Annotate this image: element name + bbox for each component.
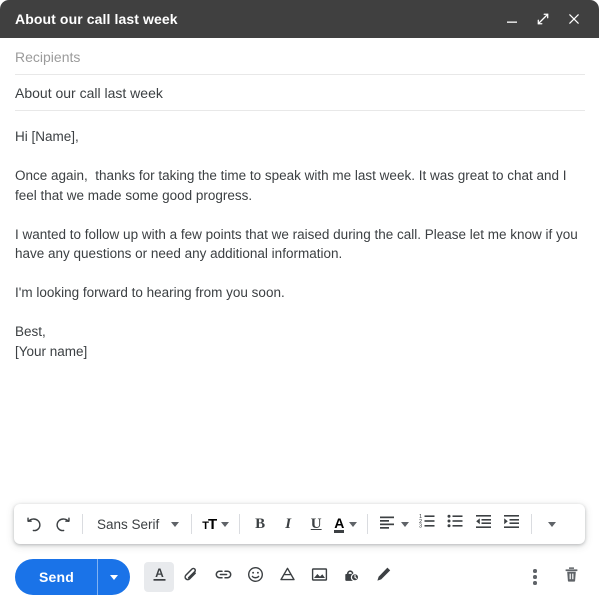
compose-right-icons — [521, 562, 585, 592]
toolbar-divider — [531, 514, 533, 534]
trash-icon — [562, 565, 581, 589]
pen-icon — [374, 565, 393, 589]
insert-signature-button[interactable] — [368, 562, 398, 592]
bulleted-list-button[interactable] — [441, 509, 469, 539]
message-body[interactable]: Hi [Name], Once again, thanks for taking… — [0, 111, 599, 504]
text-color-select[interactable]: A — [330, 509, 361, 539]
chevron-down-icon — [349, 521, 358, 527]
chevron-down-icon — [171, 521, 180, 527]
minimize-icon[interactable] — [501, 8, 523, 30]
close-icon[interactable] — [563, 8, 585, 30]
bold-icon: B — [255, 515, 266, 532]
formatting-options-icon: A — [150, 565, 169, 589]
more-options-button[interactable] — [521, 562, 549, 592]
chevron-down-icon — [548, 521, 557, 527]
toolbar-divider — [367, 514, 369, 534]
bold-button[interactable]: B — [246, 509, 274, 539]
more-format-options-icon[interactable] — [538, 509, 566, 539]
image-icon — [310, 565, 329, 589]
svg-text:A: A — [155, 566, 164, 580]
redo-icon[interactable] — [48, 509, 76, 539]
lock-clock-icon — [342, 565, 361, 589]
indent-more-icon — [502, 512, 521, 536]
confidential-mode-button[interactable] — [336, 562, 366, 592]
insert-emoji-button[interactable] — [240, 562, 270, 592]
recipients-field[interactable]: Recipients — [0, 38, 599, 75]
expand-icon[interactable] — [532, 8, 554, 30]
subject-field[interactable]: About our call last week — [0, 75, 599, 111]
compose-titlebar[interactable]: About our call last week — [0, 0, 599, 38]
font-size-select[interactable]: TT — [198, 509, 233, 539]
google-drive-icon — [278, 565, 297, 589]
toolbar-divider — [239, 514, 241, 534]
window-controls — [501, 8, 585, 30]
bulleted-list-icon — [446, 512, 465, 536]
formatting-options-button[interactable]: A — [144, 562, 175, 592]
numbered-list-icon: 1 2 3 — [418, 512, 437, 536]
emoji-icon — [246, 565, 265, 589]
underline-icon: U — [310, 515, 322, 532]
insert-link-button[interactable] — [208, 562, 238, 592]
send-options-button[interactable] — [98, 559, 130, 595]
chevron-down-icon — [401, 521, 410, 527]
attach-file-button[interactable] — [176, 562, 206, 592]
compose-action-icons: A — [144, 562, 521, 592]
send-button-group[interactable]: Send — [15, 559, 131, 595]
recipients-placeholder: Recipients — [15, 48, 81, 65]
subject-value: About our call last week — [15, 85, 163, 101]
link-icon — [214, 565, 233, 589]
numbered-list-button[interactable]: 1 2 3 — [413, 509, 441, 539]
more-vertical-icon — [533, 569, 537, 585]
compose-window: About our call last week Recipients Abou… — [0, 0, 599, 604]
align-left-icon — [378, 513, 396, 536]
text-color-icon: A — [334, 514, 345, 533]
toolbar-divider — [191, 514, 193, 534]
discard-draft-button[interactable] — [557, 562, 585, 592]
italic-icon: I — [285, 515, 292, 532]
chevron-down-icon — [221, 521, 230, 527]
formatting-toolbar: Sans Serif TT B I U A 1 2 3 — [14, 504, 585, 544]
italic-button[interactable]: I — [274, 509, 302, 539]
formatting-toolbar-wrapper: Sans Serif TT B I U A 1 2 3 — [0, 504, 599, 544]
compose-action-bar: Send A — [0, 550, 599, 604]
paperclip-icon — [182, 565, 201, 589]
chevron-down-icon — [110, 574, 119, 580]
align-select[interactable] — [374, 509, 413, 539]
compose-title: About our call last week — [15, 11, 178, 27]
message-body-text: Hi [Name], Once again, thanks for taking… — [15, 129, 578, 359]
indent-more-button[interactable] — [497, 509, 525, 539]
font-family-label: Sans Serif — [97, 516, 160, 532]
send-button[interactable]: Send — [15, 559, 97, 595]
svg-text:3: 3 — [419, 524, 422, 530]
insert-photo-button[interactable] — [304, 562, 334, 592]
font-family-select[interactable]: Sans Serif — [89, 509, 185, 539]
underline-button[interactable]: U — [302, 509, 330, 539]
indent-less-button[interactable] — [469, 509, 497, 539]
indent-less-icon — [474, 512, 493, 536]
undo-icon[interactable] — [20, 509, 48, 539]
insert-drive-file-button[interactable] — [272, 562, 302, 592]
toolbar-divider — [82, 514, 83, 534]
font-size-icon: TT — [202, 515, 217, 533]
